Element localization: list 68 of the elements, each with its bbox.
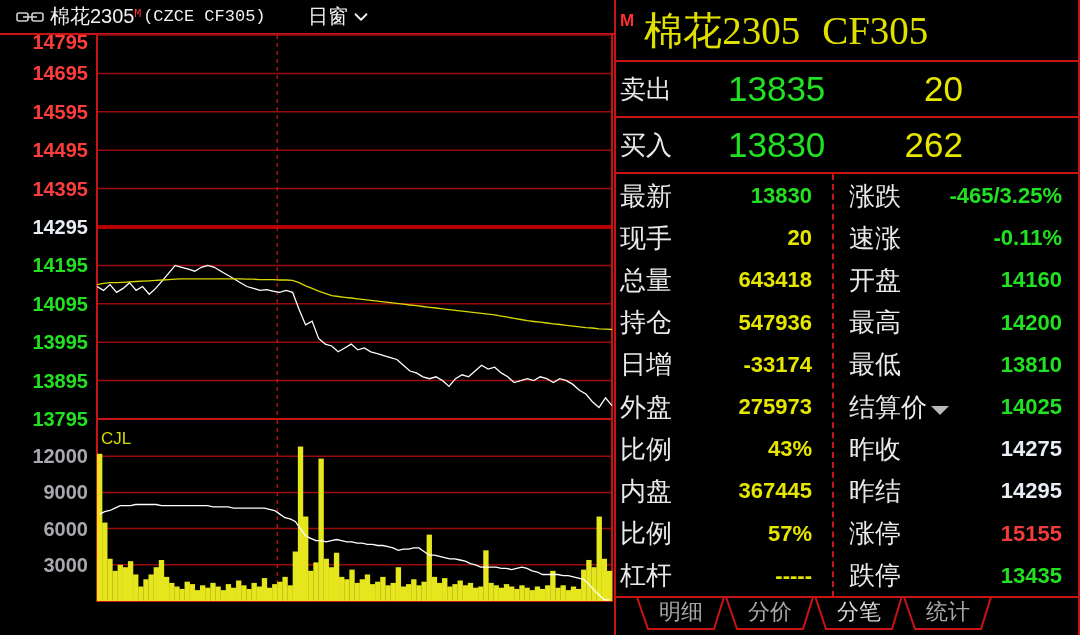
stat-value: ----- [775,562,812,589]
order-price: 13830 [728,125,827,165]
stat-value: 43% [767,436,812,463]
axis-tick-label: 12000 [32,445,88,468]
contract-symbol: 棉花2305 [50,4,135,29]
axis-tick-label: 14795 [32,31,88,53]
stat-label: 最新 [620,179,672,213]
stat-value: 13435 [1000,562,1062,589]
stat-value: 14160 [1000,267,1062,294]
stat-value: 367445 [738,478,812,505]
stat-value: 57% [767,520,812,547]
stat-label: 昨结 [849,474,901,508]
stat-label: 杠杆 [620,559,672,593]
axis-tick-label: 14695 [32,62,88,85]
stat-label: 内盘 [620,474,672,508]
stat-value: 13830 [750,183,812,210]
stat-label: 跌停 [849,559,901,593]
stat-value: 15155 [1000,520,1062,547]
stat-label: 比例 [620,517,672,551]
stat-label: 总量 [620,263,672,297]
order-volume: 262 [903,125,963,165]
stat-label: 开盘 [849,263,901,297]
stat-value: 20 [787,225,812,252]
stat-label: 速涨 [849,221,901,255]
stat-label: 结算价 [849,390,927,424]
stat-value: -465/3.25% [949,183,1062,210]
axis-tick-label: 3000 [43,553,88,576]
axis-tick-label: 14295 [32,216,88,238]
contract-name: 棉花2305 [644,8,801,54]
axis-tick-label: 13995 [32,331,88,354]
axis-tick-label: 14395 [32,177,88,200]
stat-label: 持仓 [620,306,672,340]
stat-value: 643418 [738,267,812,294]
market-label: M [620,11,635,31]
axis-tick-label: 6000 [43,517,88,540]
order-volume: 20 [923,69,963,109]
stat-value: 275973 [738,394,812,421]
stat-label: 外盘 [620,390,672,424]
market-label: M [134,7,142,20]
stat-label: 比例 [620,432,672,466]
chart-title: CJL [101,429,132,448]
stat-value: 14025 [1000,394,1062,421]
axis-tick-label: 13795 [32,408,88,430]
stat-label: 昨收 [849,432,901,466]
stat-label: 最高 [849,306,901,340]
stat-value: 14295 [1000,478,1062,505]
stat-value: 14275 [1000,436,1062,463]
axis-tick-label: 14595 [32,100,88,123]
stat-label: 涨停 [849,517,901,551]
stat-label: 日增 [620,348,672,382]
stat-value: 14200 [1000,309,1062,336]
axis-tick-label: 13895 [32,369,88,392]
axis-tick-label: 14195 [32,254,88,277]
contract-code: CF305 [822,8,929,54]
order-side-label: 卖出 [620,72,673,106]
stat-value: 547936 [738,309,812,336]
exchange-code: (CZCE CF305) [143,7,266,26]
order-side-label: 买入 [620,128,673,162]
stat-value: -0.11% [993,225,1062,252]
stat-value: -33174 [743,351,812,378]
stat-label: 最低 [849,348,901,382]
axis-tick-label: 9000 [43,481,88,504]
stat-value: 13810 [1000,351,1062,378]
axis-tick-label: 14095 [32,292,88,315]
stat-label: 涨跌 [849,179,901,213]
order-price: 13835 [728,69,827,109]
stat-label: 现手 [620,221,672,255]
axis-tick-label: 14495 [32,139,88,162]
